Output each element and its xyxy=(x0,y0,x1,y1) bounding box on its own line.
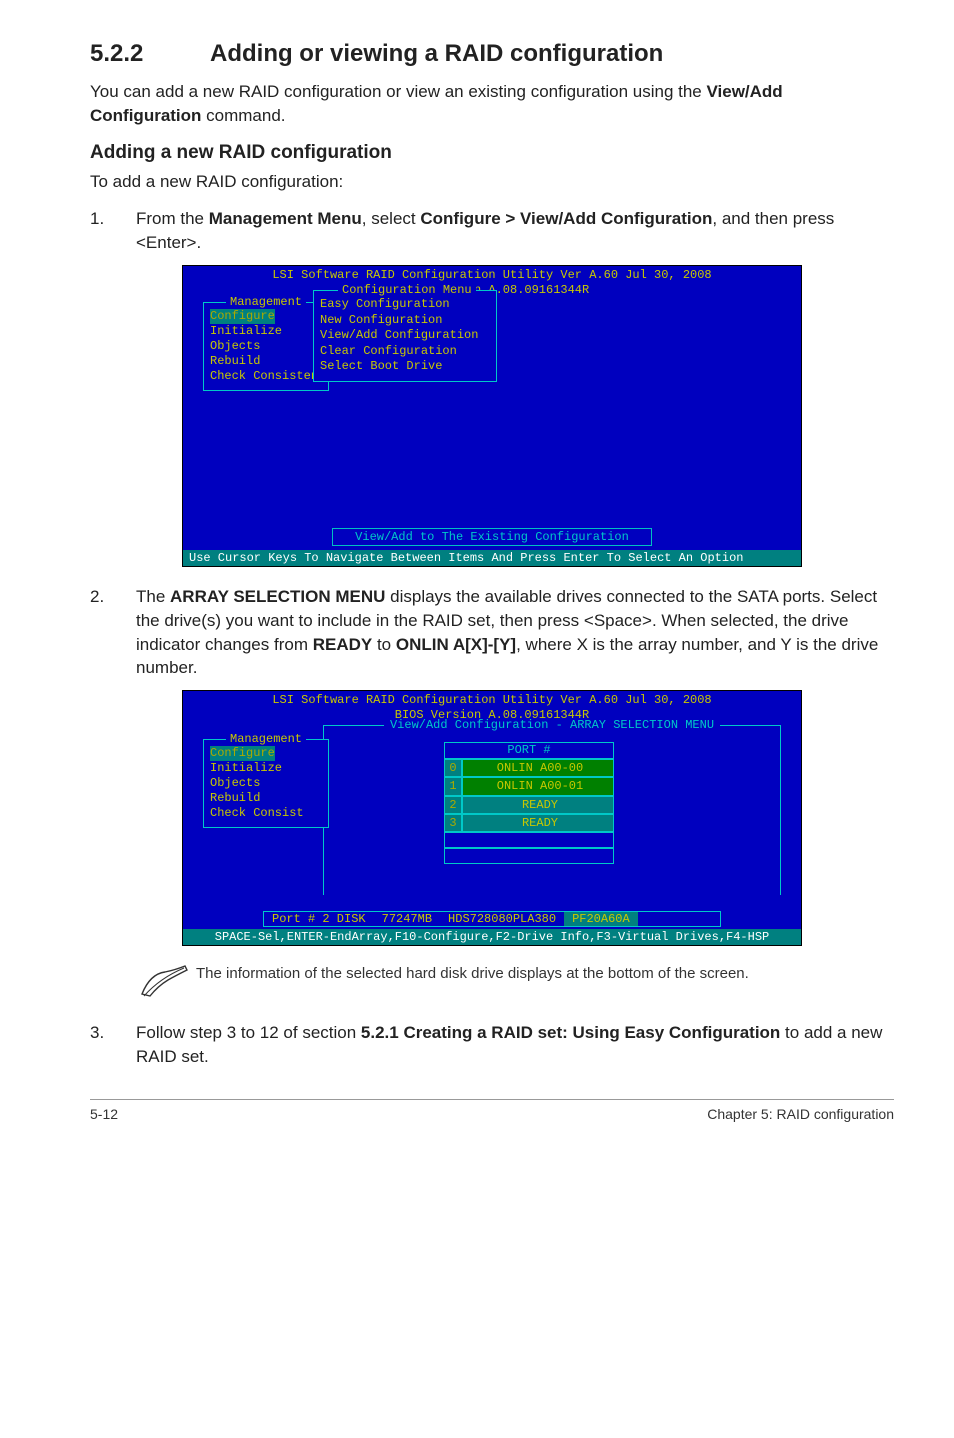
management-menu-title: Management xyxy=(226,732,306,746)
step-number: 3. xyxy=(90,1021,136,1069)
configuration-menu-box: Configuration Menu Easy Configuration Ne… xyxy=(313,290,497,382)
step-3: 3. Follow step 3 to 12 of section 5.2.1 … xyxy=(90,1021,894,1069)
bios-footer: Use Cursor Keys To Navigate Between Item… xyxy=(183,550,801,566)
mgmt-item: Rebuild xyxy=(210,791,322,806)
cfg-item: Select Boot Drive xyxy=(320,359,490,375)
step-number: 1. xyxy=(90,207,136,255)
mgmt-item: Check Consistency xyxy=(210,369,322,384)
port-number: 1 xyxy=(444,777,462,795)
management-menu-title: Management xyxy=(226,295,306,309)
port-row: 1ONLIN A00-01 xyxy=(444,777,614,795)
info-cell: PF20A60A xyxy=(564,912,638,926)
text-bold: 5.2.1 Creating a RAID set: Using Easy Co… xyxy=(361,1023,780,1042)
text-bold: Management Menu xyxy=(209,209,362,228)
step-2: 2. The ARRAY SELECTION MENU displays the… xyxy=(90,585,894,680)
subsection-intro: To add a new RAID configuration: xyxy=(90,170,894,194)
cfg-item: Clear Configuration xyxy=(320,344,490,360)
port-row: 0ONLIN A00-00 xyxy=(444,759,614,777)
array-selection-title: View/Add Configuration - ARRAY SELECTION… xyxy=(384,718,720,732)
drive-info-row: Port # 2 DISK 77247MB HDS728080PLA380 PF… xyxy=(263,911,721,927)
port-number: 2 xyxy=(444,796,462,814)
intro-text-pre: You can add a new RAID configuration or … xyxy=(90,82,706,101)
text-bold: ARRAY SELECTION MENU xyxy=(170,587,385,606)
port-value: ONLIN A00-00 xyxy=(462,759,614,777)
step-number: 2. xyxy=(90,585,136,680)
section-number: 5.2.2 xyxy=(90,40,210,68)
intro-text-post: command. xyxy=(201,106,285,125)
text-bold: Configure > View/Add Configuration xyxy=(420,209,712,228)
mgmt-item: Initialize xyxy=(210,761,322,776)
port-header: PORT # xyxy=(444,742,614,759)
port-number: 3 xyxy=(444,814,462,832)
section-heading: 5.2.2Adding or viewing a RAID configurat… xyxy=(90,40,894,68)
cfg-item: New Configuration xyxy=(320,313,490,329)
intro-paragraph: You can add a new RAID configuration or … xyxy=(90,80,894,128)
port-value: READY xyxy=(462,796,614,814)
page-number: 5-12 xyxy=(90,1106,118,1122)
text: to xyxy=(372,635,396,654)
step-body: From the Management Menu, select Configu… xyxy=(136,207,894,255)
mgmt-item: Initialize xyxy=(210,324,322,339)
step-body: The ARRAY SELECTION MENU displays the av… xyxy=(136,585,894,680)
note-icon xyxy=(140,964,196,1005)
cfg-item: Easy Configuration xyxy=(320,297,490,313)
configuration-menu-title: Configuration Menu xyxy=(338,283,476,297)
port-row-empty xyxy=(444,832,614,848)
mgmt-item: Objects xyxy=(210,339,322,354)
text-bold: READY xyxy=(313,635,373,654)
mgmt-item: Configure xyxy=(210,309,275,324)
bios-footer: SPACE-Sel,ENTER-EndArray,F10-Configure,F… xyxy=(183,929,801,945)
subsection-heading: Adding a new RAID configuration xyxy=(90,142,894,164)
note-text: The information of the selected hard dis… xyxy=(196,964,749,1005)
mgmt-item: Configure xyxy=(210,746,275,761)
bios-screenshot-1: LSI Software RAID Configuration Utility … xyxy=(182,265,802,567)
text: Follow step 3 to 12 of section xyxy=(136,1023,361,1042)
text-bold: ONLIN A[X]-[Y] xyxy=(396,635,516,654)
bios-title-line: LSI Software RAID Configuration Utility … xyxy=(183,693,801,708)
info-cell: Port # 2 DISK xyxy=(264,912,374,926)
chapter-label: Chapter 5: RAID configuration xyxy=(707,1106,894,1122)
mgmt-item: Check Consist xyxy=(210,806,322,821)
cfg-item: View/Add Configuration xyxy=(320,328,490,344)
section-title: Adding or viewing a RAID configuration xyxy=(210,40,663,67)
mgmt-item: Rebuild xyxy=(210,354,322,369)
port-box: PORT # 0ONLIN A00-00 1ONLIN A00-01 2READ… xyxy=(444,742,614,864)
port-row-empty xyxy=(444,848,614,864)
page-footer: 5-12 Chapter 5: RAID configuration xyxy=(90,1099,894,1122)
port-row: 3READY xyxy=(444,814,614,832)
bios-screenshot-2: LSI Software RAID Configuration Utility … xyxy=(182,690,802,946)
port-value: ONLIN A00-01 xyxy=(462,777,614,795)
text: From the xyxy=(136,209,209,228)
bios-title-line: LSI Software RAID Configuration Utility … xyxy=(183,268,801,283)
port-row: 2READY xyxy=(444,796,614,814)
text: , select xyxy=(362,209,421,228)
bios-bottom-box: View/Add to The Existing Configuration xyxy=(332,528,652,546)
note-block: The information of the selected hard dis… xyxy=(140,964,894,1005)
mgmt-item: Objects xyxy=(210,776,322,791)
port-number: 0 xyxy=(444,759,462,777)
array-selection-frame: View/Add Configuration - ARRAY SELECTION… xyxy=(323,725,781,895)
info-cell: HDS728080PLA380 xyxy=(440,912,564,926)
step-body: Follow step 3 to 12 of section 5.2.1 Cre… xyxy=(136,1021,894,1069)
info-cell: 77247MB xyxy=(374,912,440,926)
management-menu-box: Management Configure Initialize Objects … xyxy=(203,302,329,391)
port-value: READY xyxy=(462,814,614,832)
management-menu-box: Management Configure Initialize Objects … xyxy=(203,739,329,828)
text: The xyxy=(136,587,170,606)
step-1: 1. From the Management Menu, select Conf… xyxy=(90,207,894,255)
